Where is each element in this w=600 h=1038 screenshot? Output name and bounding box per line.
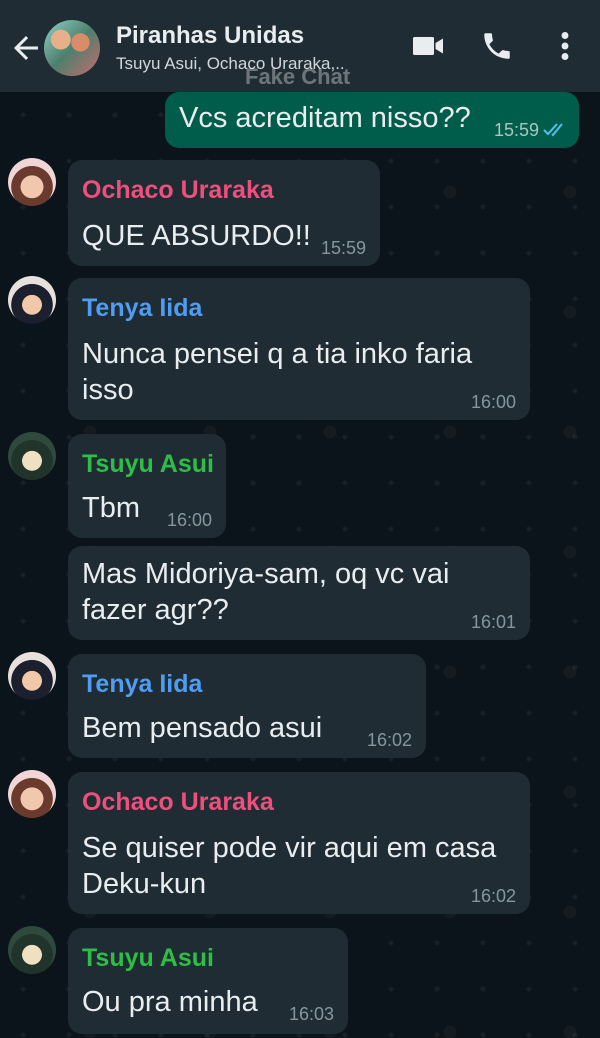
message-time: 16:01 — [470, 612, 516, 632]
message-text-line: Mas Midoriya-sam, oq vc vai — [82, 558, 450, 590]
incoming-message[interactable]: Mas Midoriya-sam, oq vc vai fazer agr?? … — [68, 546, 530, 640]
message-time: 16:00 — [470, 392, 516, 412]
outgoing-message[interactable]: Vcs acreditam nisso?? 15:59 — [165, 92, 579, 148]
avatar[interactable] — [8, 770, 56, 818]
message-text: Tbm — [82, 492, 140, 524]
message-text: Bem pensado asui — [82, 712, 323, 744]
phone-icon[interactable] — [480, 28, 514, 64]
avatar[interactable] — [8, 926, 56, 974]
sender-name: Tenya Iida — [82, 294, 203, 322]
avatar[interactable] — [8, 432, 56, 480]
more-vert-icon[interactable] — [553, 28, 577, 64]
message-time: 15:59 — [320, 238, 366, 258]
message-text-line: fazer agr?? — [82, 594, 229, 626]
message-text-line: Se quiser pode vir aqui em casa — [82, 832, 497, 864]
message-time: 16:02 — [470, 886, 516, 906]
back-arrow-icon[interactable] — [8, 30, 44, 66]
message-time: 16:00 — [166, 510, 212, 530]
group-avatar[interactable] — [44, 20, 100, 76]
message-text-line: Deku-kun — [82, 868, 207, 900]
avatar[interactable] — [8, 158, 56, 206]
group-title[interactable]: Piranhas Unidas — [116, 22, 304, 50]
message-time: 16:03 — [288, 1004, 334, 1024]
message-text: Vcs acreditam nisso?? — [179, 102, 471, 134]
incoming-message[interactable]: Tsuyu Asui Tbm 16:00 — [68, 434, 226, 538]
incoming-message[interactable]: Tsuyu Asui Ou pra minha 16:03 — [68, 928, 348, 1034]
sender-name: Tsuyu Asui — [82, 450, 214, 478]
incoming-message[interactable]: Tenya Iida Bem pensado asui 16:02 — [68, 654, 426, 758]
message-text: QUE ABSURDO!! — [82, 220, 311, 252]
sender-name: Tsuyu Asui — [82, 944, 214, 972]
avatar[interactable] — [8, 276, 56, 324]
chat-header: Piranhas Unidas Tsuyu Asui, Ochaco Urara… — [0, 0, 600, 92]
watermark: Fake Chat — [245, 64, 351, 89]
incoming-message[interactable]: Ochaco Uraraka QUE ABSURDO!! 15:59 — [68, 160, 380, 266]
sender-name: Tenya Iida — [82, 670, 203, 698]
sender-name: Ochaco Uraraka — [82, 176, 274, 204]
message-time: 15:59 — [493, 120, 539, 140]
message-text-line: Nunca pensei q a tia inko faria — [82, 338, 473, 370]
read-ticks-icon — [543, 123, 563, 137]
video-call-icon[interactable] — [408, 28, 448, 64]
incoming-message[interactable]: Ochaco Uraraka Se quiser pode vir aqui e… — [68, 772, 530, 914]
incoming-message[interactable]: Tenya Iida Nunca pensei q a tia inko far… — [68, 278, 530, 420]
message-time: 16:02 — [366, 730, 412, 750]
message-text: Ou pra minha — [82, 986, 258, 1018]
sender-name: Ochaco Uraraka — [82, 788, 274, 816]
avatar[interactable] — [8, 652, 56, 700]
message-text-line: isso — [82, 374, 134, 406]
